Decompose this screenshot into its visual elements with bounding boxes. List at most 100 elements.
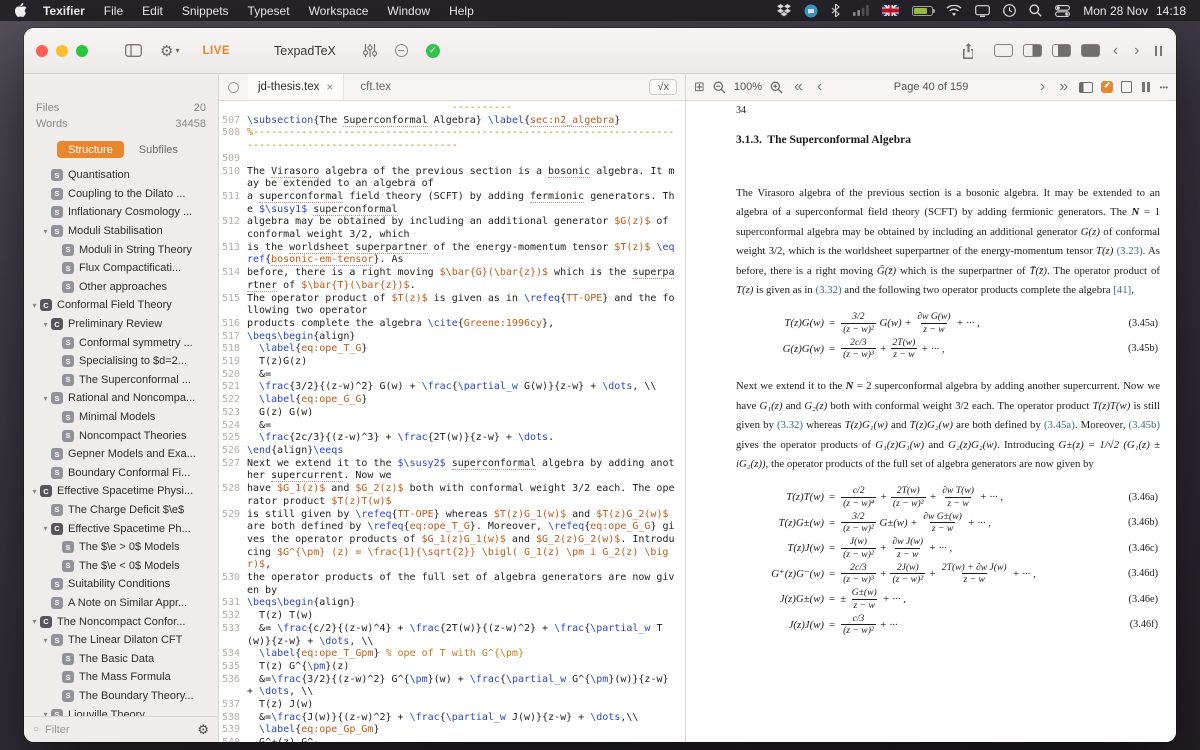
wifi-icon[interactable] <box>946 5 962 17</box>
code-line[interactable]: 531\beqs\begin{align} <box>219 597 685 610</box>
previous-page-button[interactable]: ‹ <box>814 79 825 95</box>
code-line[interactable]: 515The operator product of $T(z)$ is giv… <box>219 293 685 318</box>
engine-label[interactable]: TexpadTeX <box>274 44 336 58</box>
tree-item[interactable]: ▾CEffective Spacetime Physi... <box>24 482 218 501</box>
menu-item-snippets[interactable]: Snippets <box>182 4 229 18</box>
code-line[interactable]: 539 \label{eq:ope_Gp_Gm} <box>219 724 685 737</box>
zoom-out-icon[interactable] <box>713 81 726 94</box>
typeset-status-icon[interactable] <box>395 44 408 57</box>
thumbnails-icon[interactable]: ⊞ <box>694 79 705 95</box>
tree-item[interactable]: ▾SThe Linear Dilaton CFT <box>24 631 218 650</box>
code-line[interactable]: 517\beqs\begin{align} <box>219 331 685 344</box>
chevron-down-icon[interactable]: ▾ <box>40 524 51 533</box>
typeset-settings-gear-icon[interactable]: ⚙ ▾ <box>160 42 179 60</box>
code-line[interactable]: 509 <box>219 153 685 166</box>
more-options-icon[interactable]: ••• <box>1160 83 1168 92</box>
code-line[interactable]: 519 T(z)G(z) <box>219 356 685 369</box>
code-line[interactable]: 529is still given by \refeq{TT-OPE} wher… <box>219 509 685 573</box>
tree-item[interactable]: SThe Charge Deficit $\e$ <box>24 501 218 520</box>
code-line[interactable]: 526\end{align}\eeqs <box>219 445 685 458</box>
typeset-config-sliders-icon[interactable] <box>363 44 377 57</box>
layout-pdf-only-button[interactable] <box>1081 44 1100 57</box>
code-line[interactable]: 536 &=\frac{3/2}{(z-w)^2} G^{\pm}(w) + \… <box>219 674 685 699</box>
tree-item[interactable]: SOther approaches <box>24 278 218 297</box>
pdf-page[interactable]: 34 3.1.3. The Superconformal Algebra The… <box>686 101 1176 742</box>
layout-pdf-focus-button[interactable] <box>1052 44 1071 57</box>
battery-icon[interactable] <box>912 6 933 16</box>
filter-input[interactable] <box>45 724 191 736</box>
tree-item[interactable]: SMinimal Models <box>24 408 218 427</box>
tree-item[interactable]: SSuitability Conditions <box>24 575 218 594</box>
tree-item[interactable]: SThe $\e > 0$ Models <box>24 538 218 557</box>
control-center-icon[interactable] <box>1055 5 1070 17</box>
uk-flag-icon[interactable] <box>882 5 899 16</box>
tree-item[interactable]: SInflationary Cosmology ... <box>24 203 218 222</box>
layout-split-button[interactable] <box>1023 44 1042 57</box>
menu-clock[interactable]: Mon 28 Nov 14:18 <box>1083 4 1186 18</box>
code-line[interactable]: 528have $G_1(z)$ and $G_2(z)$ both with … <box>219 483 685 508</box>
tree-item[interactable]: ▾SRational and Noncompa... <box>24 389 218 408</box>
forward-button[interactable]: › <box>1131 43 1142 59</box>
menu-item-help[interactable]: Help <box>449 4 474 18</box>
chevron-down-icon[interactable]: ▾ <box>29 617 40 626</box>
first-page-button[interactable]: « <box>791 79 806 95</box>
code-line[interactable]: 540 G^+(z) G^- <box>219 737 685 742</box>
code-line[interactable]: 527Next we extend it to the $\susy2$ sup… <box>219 458 685 483</box>
zoom-button[interactable] <box>76 45 88 57</box>
tab-cft[interactable]: cft.tex <box>344 74 407 100</box>
cellular-off-icon[interactable] <box>853 5 869 16</box>
code-line[interactable]: 512algebra may be obtained by including … <box>219 216 685 241</box>
tree-item[interactable]: SQuantisation <box>24 166 218 185</box>
zoom-in-icon[interactable] <box>770 81 783 94</box>
bluetooth-icon[interactable] <box>831 4 840 17</box>
tree-item[interactable]: SBoundary Conformal Fi... <box>24 464 218 483</box>
menu-item-typeset[interactable]: Typeset <box>248 4 290 18</box>
layout-editor-only-button[interactable] <box>994 44 1013 57</box>
menu-item-file[interactable]: File <box>104 4 123 18</box>
code-line[interactable]: 510The Virasoro algebra of the previous … <box>219 166 685 191</box>
chevron-down-icon[interactable]: ▾ <box>40 227 51 236</box>
tree-item[interactable]: ▾CPreliminary Review <box>24 315 218 334</box>
chevron-down-icon[interactable]: ▾ <box>40 320 51 329</box>
close-button[interactable] <box>36 45 48 57</box>
pdf-panel-icon[interactable] <box>1079 82 1093 93</box>
tree-item[interactable]: SGepner Models and Exa... <box>24 445 218 464</box>
tree-item[interactable]: SCoupling to the Dilato ... <box>24 185 218 204</box>
last-page-button[interactable]: » <box>1056 79 1071 95</box>
tree-item[interactable]: SThe Superconformal ... <box>24 371 218 390</box>
code-line[interactable]: 538 &=\frac{J(w)}{(z-w)^2} + \frac{\part… <box>219 712 685 725</box>
tab-subfiles[interactable]: Subfiles <box>132 141 185 158</box>
tree-item[interactable]: SA Note on Similar Appr... <box>24 594 218 613</box>
structure-tree[interactable]: SQuantisationSCoupling to the Dilato ...… <box>24 164 218 716</box>
filter-gear-icon[interactable]: ⚙ <box>197 722 209 738</box>
tab-structure[interactable]: Structure <box>57 141 124 158</box>
tree-item[interactable]: SThe Boundary Theory... <box>24 687 218 706</box>
sync-status-icon[interactable] <box>228 82 239 93</box>
tree-item[interactable]: ▾CEffective Spacetime Ph... <box>24 519 218 538</box>
code-line[interactable]: 537 T(z) J(w) <box>219 699 685 712</box>
tree-item[interactable]: SThe $\e < 0$ Models <box>24 556 218 575</box>
code-line[interactable]: ---------- <box>219 102 685 115</box>
code-line[interactable]: 516products complete the algebra \cite{G… <box>219 318 685 331</box>
share-icon[interactable] <box>962 43 975 59</box>
chevron-down-icon[interactable]: ▾ <box>29 301 40 310</box>
dropbox-icon[interactable] <box>777 4 791 17</box>
code-line[interactable]: 518 \label{eq:ope_T_G} <box>219 343 685 356</box>
code-line[interactable]: 530the operator products of the full set… <box>219 572 685 597</box>
tree-item[interactable]: SConformal symmetry ... <box>24 333 218 352</box>
chevron-down-icon[interactable]: ▾ <box>40 636 51 645</box>
display-icon[interactable] <box>975 5 990 17</box>
math-preview-button[interactable]: √x <box>649 79 677 95</box>
back-button[interactable]: ‹ <box>1110 43 1121 59</box>
tree-item[interactable]: SNoncompact Theories <box>24 426 218 445</box>
code-line[interactable]: 513is the worldsheet superpartner of the… <box>219 242 685 267</box>
tree-item[interactable]: SThe Mass Formula <box>24 668 218 687</box>
code-line[interactable]: 532 T(z) T(w) <box>219 610 685 623</box>
code-line[interactable]: 533 &= \frac{c/2}{(z-w)^4} + \frac{2T(w)… <box>219 623 685 648</box>
menu-item-window[interactable]: Window <box>387 4 430 18</box>
next-page-button[interactable]: › <box>1037 79 1048 95</box>
tree-item[interactable]: SFlux Compactificati... <box>24 259 218 278</box>
tree-item[interactable]: ▾SLiouville Theory <box>24 705 218 716</box>
code-line[interactable]: 525 \frac{2c/3}{(z-w)^3} + \frac{2T(w)}{… <box>219 432 685 445</box>
chat-app-icon[interactable] <box>804 4 818 18</box>
